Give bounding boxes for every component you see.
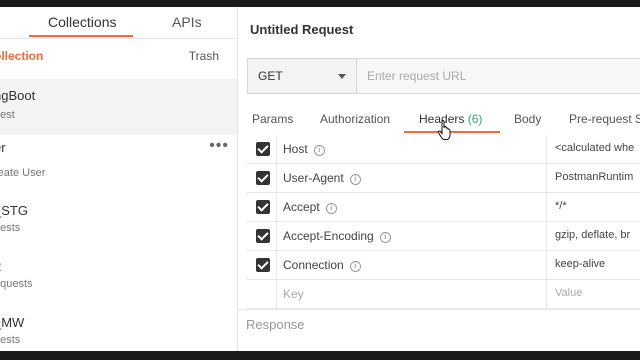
tab-body[interactable]: Body bbox=[514, 112, 541, 126]
sidebar-actions: ollection Trash bbox=[0, 39, 237, 79]
method-dropdown[interactable]: GET bbox=[248, 59, 357, 93]
header-key-text: Accept bbox=[283, 200, 320, 214]
header-value[interactable]: gzip, deflate, br bbox=[555, 229, 630, 241]
header-value[interactable]: <calculated whe bbox=[555, 142, 634, 154]
value-cell: gzip, deflate, br bbox=[546, 222, 640, 250]
new-collection-button[interactable]: ollection bbox=[0, 49, 43, 63]
collection-item[interactable]: _MW uests bbox=[0, 305, 237, 351]
method-label: GET bbox=[258, 69, 283, 83]
tab-collections[interactable]: Collections bbox=[48, 14, 116, 30]
table-row: Connection i keep-alive bbox=[246, 251, 640, 280]
checkbox-cell bbox=[246, 193, 277, 221]
info-icon[interactable]: i bbox=[379, 232, 391, 243]
more-options-icon[interactable]: ••• bbox=[209, 137, 229, 155]
table-row: Accept-Encoding i gzip, deflate, br bbox=[246, 222, 640, 251]
header-key[interactable]: User-Agent i bbox=[283, 171, 361, 185]
info-icon[interactable]: i bbox=[325, 203, 337, 214]
table-row: Host i <calculated whe bbox=[246, 135, 640, 164]
tab-params[interactable]: Params bbox=[252, 112, 293, 126]
header-enabled-checkbox[interactable] bbox=[256, 142, 270, 156]
info-icon[interactable]: i bbox=[349, 261, 361, 272]
table-row: Accept i */* bbox=[246, 193, 640, 222]
header-key-text: Host bbox=[283, 142, 308, 156]
url-input[interactable] bbox=[357, 59, 640, 93]
collection-name: _MW bbox=[0, 315, 25, 330]
collection-name: ngBoot bbox=[0, 88, 36, 103]
collection-item[interactable]: ngBoot uest bbox=[0, 79, 237, 135]
new-header-row: Key Value bbox=[246, 280, 640, 309]
headers-count-badge: (6) bbox=[467, 112, 483, 126]
table-row: User-Agent i PostmanRuntim bbox=[246, 164, 640, 193]
value-cell: <calculated whe bbox=[546, 135, 640, 163]
collection-item[interactable]: 2 equests bbox=[0, 249, 237, 305]
tab-pre-request-script[interactable]: Pre-request S bbox=[569, 112, 640, 126]
app-window: Collections APIs ollection Trash ngBoot … bbox=[0, 7, 640, 351]
header-key-text: Accept-Encoding bbox=[283, 229, 374, 243]
header-key[interactable]: Accept-Encoding i bbox=[283, 229, 391, 243]
info-icon[interactable]: i bbox=[313, 145, 325, 156]
header-enabled-checkbox[interactable] bbox=[256, 171, 270, 185]
response-section-label: Response bbox=[246, 317, 305, 332]
value-cell: keep-alive bbox=[546, 251, 640, 279]
collection-name: 2 bbox=[0, 259, 1, 274]
trash-button[interactable]: Trash bbox=[189, 49, 219, 63]
header-key[interactable]: Host i bbox=[283, 142, 325, 156]
header-key[interactable]: Accept i bbox=[283, 200, 337, 214]
collection-request-count: reate User bbox=[0, 167, 46, 179]
sidebar: Collections APIs ollection Trash ngBoot … bbox=[0, 7, 238, 351]
checkbox-cell bbox=[246, 251, 277, 279]
headers-table: Host i <calculated whe User-Agent i Postma… bbox=[246, 135, 640, 309]
header-value[interactable]: PostmanRuntim bbox=[555, 171, 633, 183]
collection-item[interactable]: er ••• reate User bbox=[0, 135, 237, 191]
header-enabled-checkbox[interactable] bbox=[256, 229, 270, 243]
request-panel: Untitled Request GET Params Authorizatio… bbox=[238, 7, 640, 351]
info-icon[interactable]: i bbox=[349, 174, 361, 185]
new-key-input[interactable]: Key bbox=[283, 287, 304, 301]
collection-request-count: uest bbox=[0, 109, 15, 121]
checkbox-cell bbox=[246, 135, 277, 163]
header-enabled-checkbox[interactable] bbox=[256, 258, 270, 272]
tab-authorization[interactable]: Authorization bbox=[320, 112, 390, 126]
checkbox-cell bbox=[246, 164, 277, 192]
header-enabled-checkbox[interactable] bbox=[256, 200, 270, 214]
request-title[interactable]: Untitled Request bbox=[250, 22, 353, 37]
header-key[interactable]: Connection i bbox=[283, 258, 361, 272]
checkbox-cell bbox=[246, 222, 277, 250]
sidebar-tabs: Collections APIs bbox=[0, 7, 237, 39]
header-key-text: Connection bbox=[283, 258, 344, 272]
value-cell: */* bbox=[546, 193, 640, 221]
tab-apis[interactable]: APIs bbox=[172, 14, 202, 30]
url-bar: GET bbox=[247, 58, 640, 94]
collection-name: er bbox=[0, 140, 6, 155]
collection-request-count: uests bbox=[0, 334, 21, 346]
header-value[interactable]: */* bbox=[555, 200, 567, 212]
divider bbox=[238, 309, 640, 310]
collection-request-count: equests bbox=[0, 278, 33, 290]
header-key-text: User-Agent bbox=[283, 171, 344, 185]
active-tab-indicator bbox=[29, 35, 133, 37]
collection-item[interactable]: _STG uests bbox=[0, 193, 237, 249]
chevron-down-icon bbox=[338, 74, 346, 79]
collection-request-count: uests bbox=[0, 222, 21, 234]
header-value[interactable]: keep-alive bbox=[555, 258, 605, 270]
new-value-input[interactable]: Value bbox=[555, 287, 582, 299]
checkbox-cell bbox=[246, 280, 277, 308]
value-cell: Value bbox=[546, 280, 640, 308]
collection-name: _STG bbox=[0, 203, 28, 218]
value-cell: PostmanRuntim bbox=[546, 164, 640, 192]
